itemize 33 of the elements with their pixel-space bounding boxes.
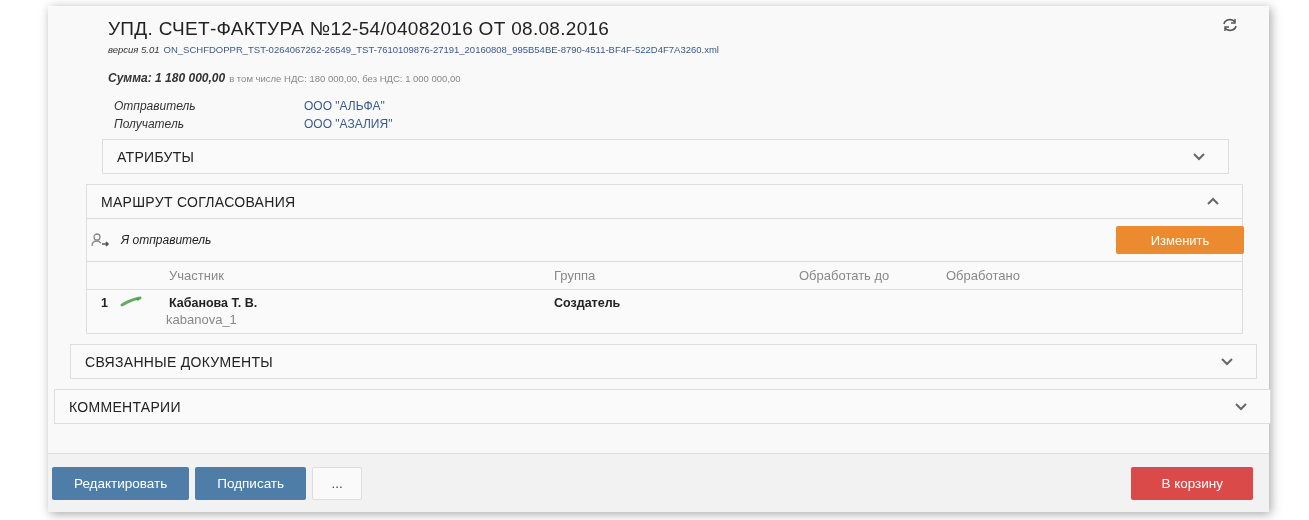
participant-login: kabanova_1 <box>166 312 238 327</box>
action-button[interactable]: Подписать <box>195 466 307 500</box>
delete-button[interactable]: В корзину <box>1131 466 1253 500</box>
pencil-icon <box>119 296 143 308</box>
table-cell-text: Создатель <box>554 296 622 310</box>
version-label: версия 5.01 <box>108 44 160 55</box>
refresh-icon[interactable] <box>1221 18 1239 32</box>
section-title[interactable]: МАРШРУТ СОГЛАСОВАНИЯ <box>101 193 296 210</box>
party-value[interactable]: ООО "АЛЬФА" <box>304 99 1239 113</box>
column-header: Обработать до <box>799 268 891 283</box>
more-button[interactable]: ... <box>312 466 363 500</box>
party-value[interactable]: ООО "АЗАЛИЯ" <box>304 117 1239 131</box>
column-header: Обработано <box>946 268 1021 283</box>
column-header: Группа <box>554 268 597 283</box>
file-link[interactable]: ON_SCHFDOPPR_TST-0264067262-26549_TST-7610109876-27191_20160808_995B54BE-8790-4511-BF4F-522D4F7A3260.xml <box>163 44 719 55</box>
section-title[interactable]: КОММЕНТАРИИ <box>69 398 181 415</box>
sum-label: Сумма: 1 180 000,00 <box>108 71 226 85</box>
party-label: Отправитель <box>114 99 197 113</box>
action-button[interactable]: Редактировать <box>52 466 190 500</box>
row-number: 1 <box>101 296 109 310</box>
section-title[interactable]: АТРИБУТЫ <box>117 148 195 165</box>
column-header: Участник <box>169 268 225 283</box>
sum-details: в том числе НДС: 180 000,00, без НДС: 1 000 000,00 <box>229 73 461 84</box>
chevron-down-icon[interactable] <box>1220 357 1234 366</box>
section-title[interactable]: СВЯЗАННЫЕ ДОКУМЕНТЫ <box>85 353 274 370</box>
sender-status: Я отправитель <box>121 233 212 247</box>
chevron-up-icon[interactable] <box>1206 197 1220 206</box>
user-arrow-icon <box>91 232 111 248</box>
party-label: Получатель <box>114 117 185 131</box>
document-title: УПД. СЧЕТ-ФАКТУРА №12-54/04082016 ОТ 08.08.2016 <box>108 18 611 40</box>
chevron-down-icon[interactable] <box>1234 402 1248 411</box>
chevron-down-icon[interactable] <box>1192 152 1206 161</box>
participant-name: Кабанова Т. В. <box>169 296 259 310</box>
